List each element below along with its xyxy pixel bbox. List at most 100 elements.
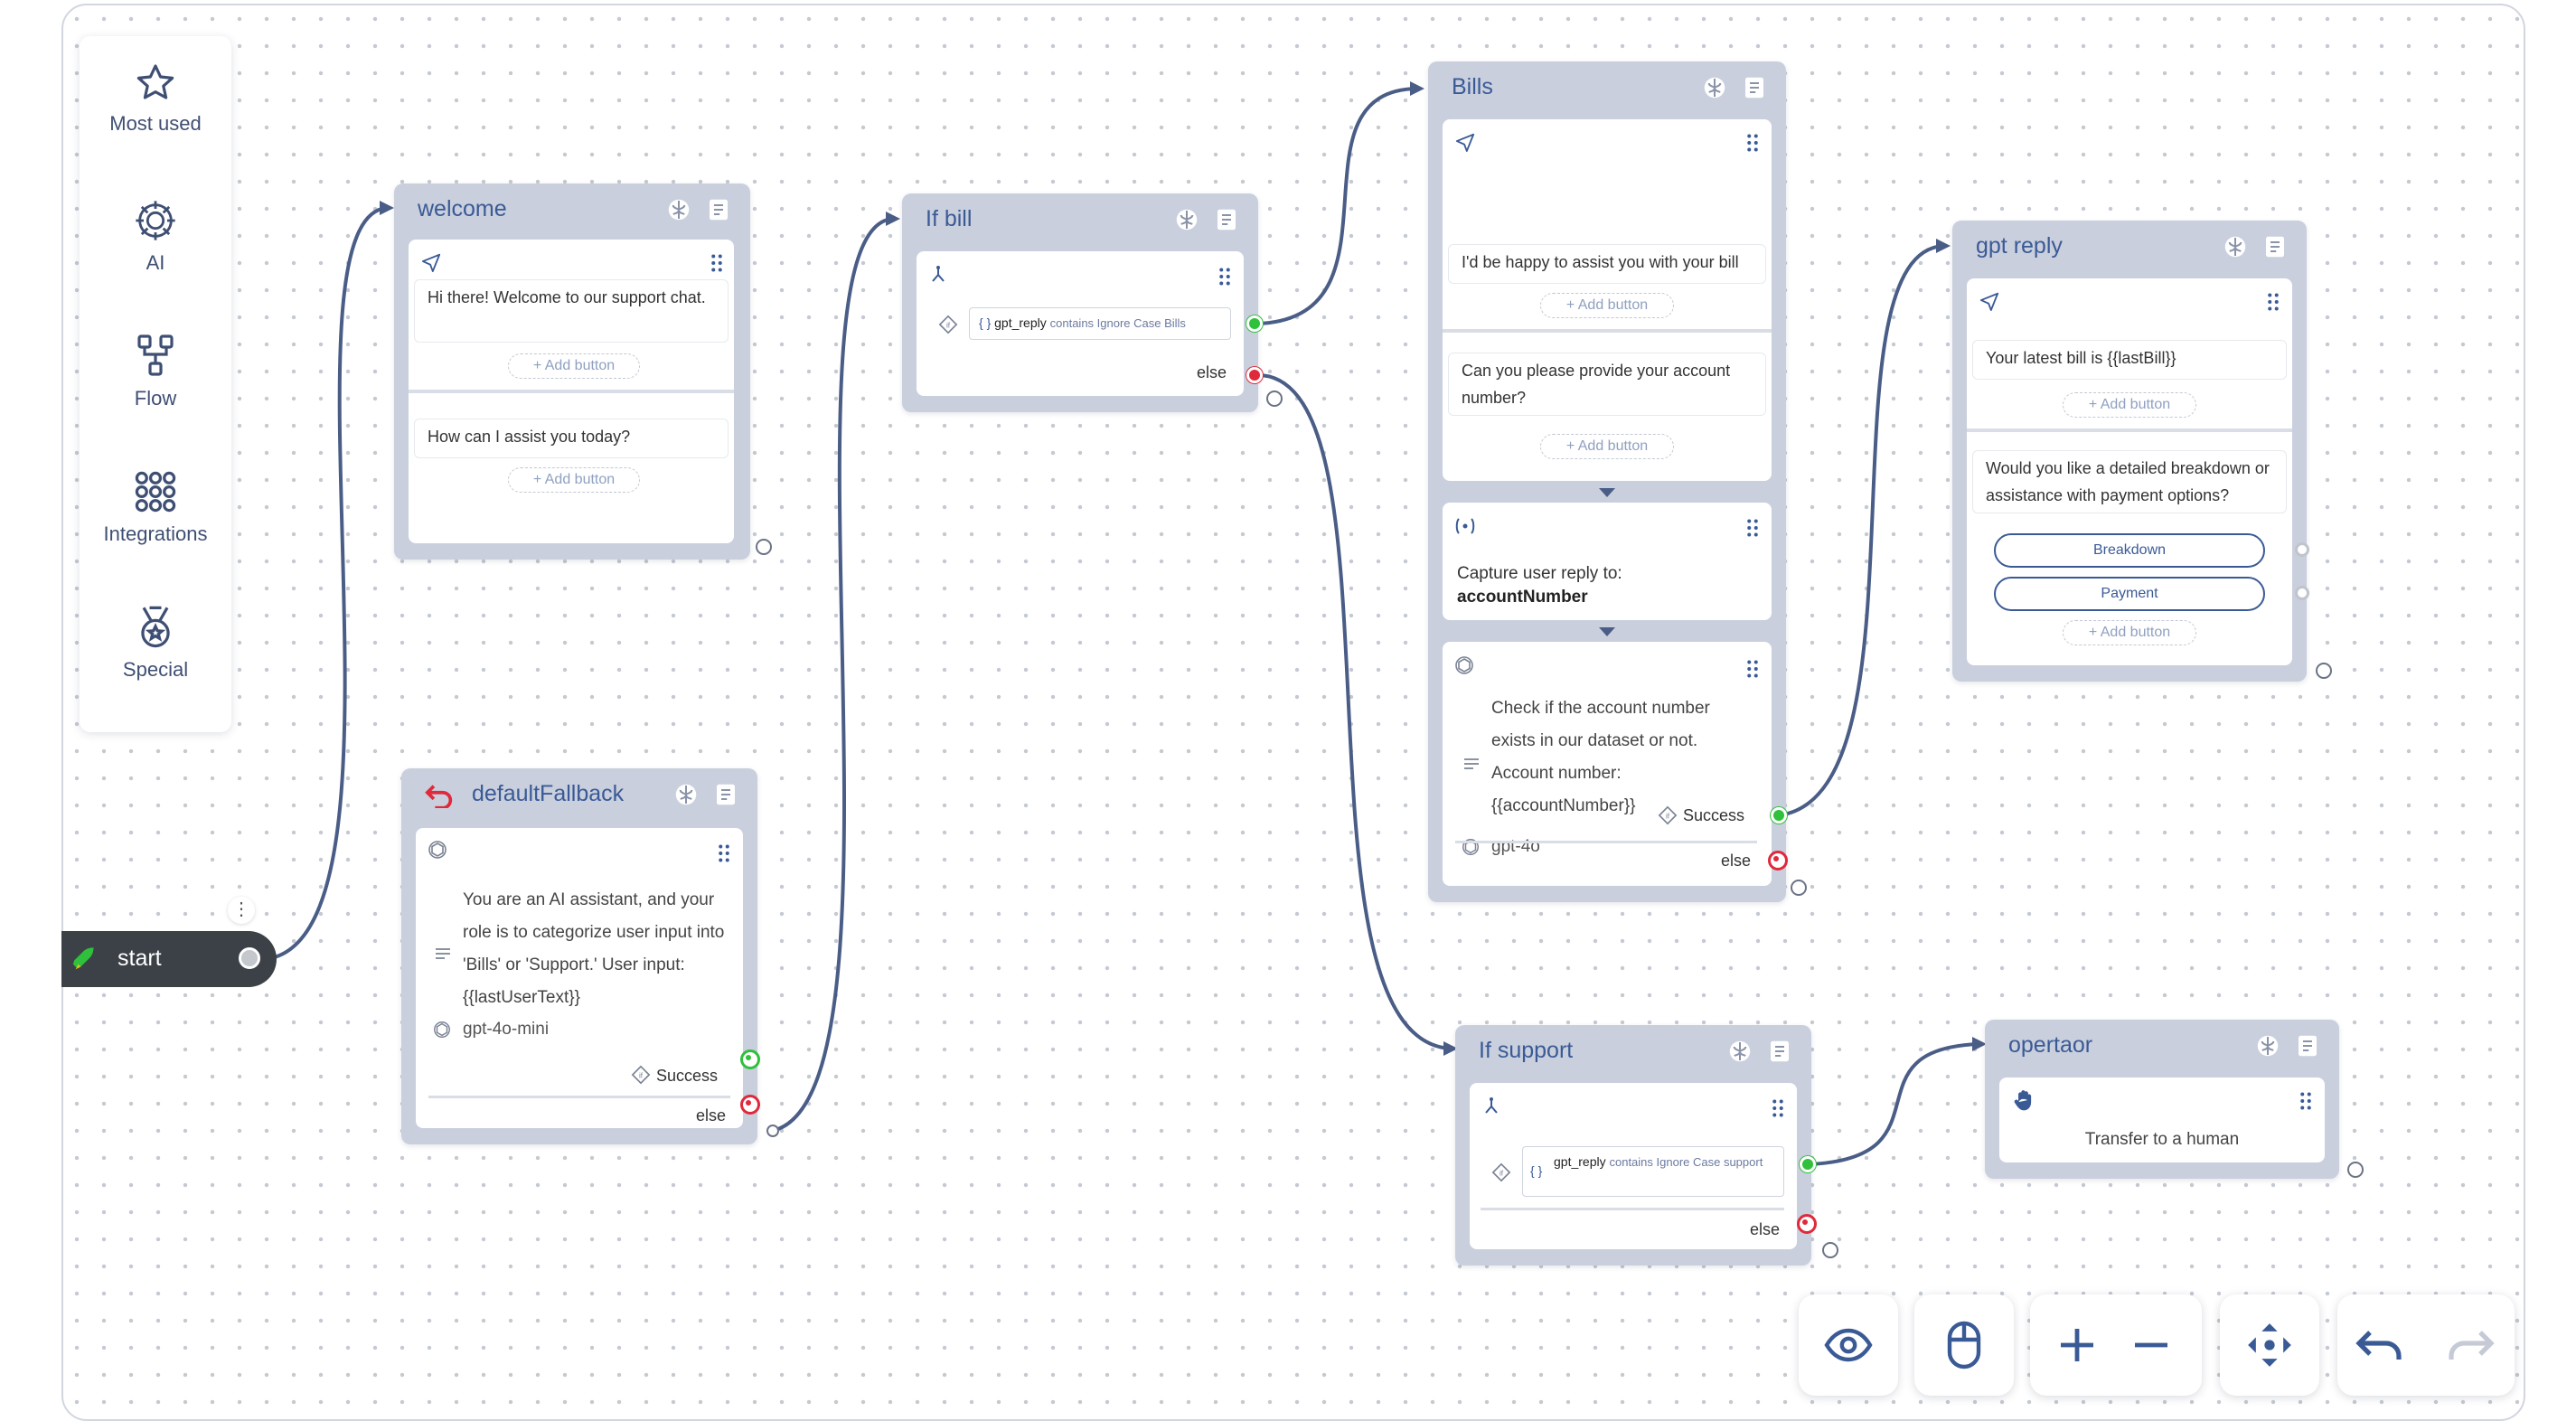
zoom-in-icon[interactable] [2059, 1327, 2095, 1363]
capture-card[interactable]: Capture user reply to: accountNumber [1443, 503, 1772, 620]
undo-icon[interactable] [2355, 1329, 2406, 1361]
message-text[interactable]: Hi there! Welcome to our support chat. [414, 279, 729, 343]
add-button[interactable]: + Add button [2063, 392, 2196, 418]
integrations-grid-icon [135, 471, 176, 513]
sidebar-item-flow[interactable]: Flow [80, 333, 231, 410]
sidebar-item-integrations[interactable]: Integrations [80, 468, 231, 546]
capture-icon [1455, 518, 1475, 534]
fit-view-button[interactable] [2220, 1294, 2319, 1396]
bills-else-port[interactable] [1768, 851, 1788, 870]
node-if-bill[interactable]: If bill if { } gpt_reply contains Ignore… [902, 193, 1258, 412]
condition-card[interactable]: if { } gpt_reply contains Ignore Case Bi… [917, 251, 1244, 396]
choice-button-breakdown[interactable]: Breakdown [1994, 533, 2265, 568]
redo-icon[interactable] [2444, 1329, 2495, 1361]
fallback-success-port[interactable] [740, 1049, 760, 1069]
node-if-support[interactable]: If support if { } gpt_reply contains Ign… [1455, 1025, 1811, 1266]
fallback-output-port[interactable] [766, 1125, 779, 1137]
ai-brain-icon[interactable] [1701, 74, 1728, 101]
drag-handle-icon[interactable] [1746, 660, 1759, 678]
drag-handle-icon[interactable] [2267, 293, 2280, 311]
add-button[interactable]: + Add button [1540, 434, 1674, 459]
zoom-out-icon[interactable] [2133, 1327, 2169, 1363]
start-output-port[interactable] [239, 947, 260, 969]
notes-icon[interactable] [712, 781, 739, 808]
message-text[interactable]: I'd be happy to assist you with your bil… [1448, 244, 1766, 284]
add-button[interactable]: + Add button [508, 467, 640, 493]
preview-button[interactable] [1799, 1294, 1898, 1396]
drag-handle-icon[interactable] [710, 254, 723, 272]
mouse-mode-button[interactable] [1914, 1294, 2014, 1396]
node-title: If support [1479, 1038, 1574, 1063]
notes-icon[interactable] [2294, 1032, 2321, 1059]
drag-handle-icon[interactable] [1772, 1099, 1784, 1117]
sidebar-item-ai[interactable]: AI [80, 197, 231, 275]
node-welcome[interactable]: welcome Hi there! Welcome to our support… [394, 184, 750, 560]
add-button[interactable]: + Add button [1540, 293, 1674, 318]
openai-icon [434, 1021, 450, 1038]
notes-icon[interactable] [2261, 233, 2289, 260]
choice-button-payment[interactable]: Payment [1994, 577, 2265, 611]
node-operator[interactable]: opertaor Transfer to a human [1985, 1020, 2339, 1179]
operator-output-port[interactable] [2347, 1162, 2364, 1178]
message-card[interactable]: Hi there! Welcome to our support chat. +… [409, 240, 734, 543]
drag-handle-icon[interactable] [1746, 134, 1759, 152]
start-node[interactable]: start [61, 931, 277, 987]
drag-handle-icon[interactable] [1746, 519, 1759, 537]
svg-text:if: if [1500, 1170, 1504, 1178]
welcome-output-port[interactable] [756, 539, 772, 555]
node-title: Bills [1452, 74, 1493, 99]
if-support-else-port[interactable] [1797, 1214, 1817, 1234]
if-bill-output-port[interactable] [1266, 391, 1283, 407]
sidebar-item-special[interactable]: Special [80, 604, 231, 682]
ai-brain-icon[interactable] [1173, 206, 1200, 233]
notes-icon[interactable] [1213, 206, 1240, 233]
if-support-true-port[interactable] [1800, 1156, 1816, 1172]
gpt-reply-output-port[interactable] [2316, 663, 2332, 679]
else-label: else [1197, 363, 1227, 381]
message-text[interactable]: Your latest bill is {{lastBill}} [1972, 340, 2287, 380]
bills-output-port[interactable] [1791, 880, 1807, 896]
ai-brain-icon[interactable] [2222, 233, 2249, 260]
drag-handle-icon[interactable] [2299, 1092, 2312, 1110]
fallback-else-port[interactable] [740, 1095, 760, 1115]
start-options-icon[interactable]: ⋮ [228, 897, 255, 924]
transfer-card[interactable]: Transfer to a human [1999, 1078, 2325, 1162]
ai-brain-icon[interactable] [665, 196, 692, 223]
bills-success-port[interactable] [1771, 807, 1787, 823]
notes-icon[interactable] [1741, 74, 1768, 101]
ai-brain-icon[interactable] [2254, 1032, 2281, 1059]
breakdown-output-port[interactable] [2295, 542, 2309, 557]
sidebar-item-label: Special [122, 658, 189, 681]
message-card[interactable]: I'd be happy to assist you with your bil… [1443, 119, 1772, 481]
condition-card[interactable]: if { } gpt_reply contains Ignore Case su… [1470, 1083, 1797, 1249]
add-button[interactable]: + Add button [2063, 620, 2196, 645]
condition-rule: contains Ignore Case support [1609, 1155, 1763, 1169]
drag-handle-icon[interactable] [1218, 268, 1231, 286]
notes-icon[interactable] [705, 196, 732, 223]
node-gpt-reply[interactable]: gpt reply Your latest bill is {{lastBill… [1952, 221, 2307, 682]
message-text[interactable]: How can I assist you today? [414, 419, 729, 458]
if-support-output-port[interactable] [1822, 1242, 1838, 1258]
ai-brain-icon[interactable] [672, 781, 700, 808]
ai-prompt-card[interactable]: Check if the account number exists in ou… [1443, 642, 1772, 886]
ai-brain-icon[interactable] [1726, 1038, 1753, 1065]
divider [1481, 1208, 1784, 1210]
sidebar-item-most-used[interactable]: Most used [80, 61, 231, 136]
openai-icon [428, 841, 447, 859]
node-bills[interactable]: Bills I'd be happy to assist you with yo… [1428, 61, 1786, 902]
node-default-fallback[interactable]: defaultFallback You are an AI assistant,… [401, 768, 757, 1144]
message-text[interactable]: Would you like a detailed breakdown or a… [1972, 450, 2287, 513]
if-bill-true-port[interactable] [1246, 315, 1263, 332]
payment-output-port[interactable] [2295, 586, 2309, 600]
condition-expression[interactable]: { } gpt_reply contains Ignore Case Bills [969, 307, 1231, 340]
condition-expression[interactable]: { } gpt_reply contains Ignore Case suppo… [1522, 1146, 1784, 1197]
ai-prompt-card[interactable]: You are an AI assistant, and your role i… [416, 828, 743, 1128]
message-card[interactable]: Your latest bill is {{lastBill}} + Add b… [1967, 278, 2292, 665]
message-text[interactable]: Can you please provide your account numb… [1448, 353, 1766, 416]
move-arrows-icon [2248, 1323, 2291, 1367]
drag-handle-icon[interactable] [718, 844, 730, 862]
notes-icon[interactable] [1766, 1038, 1793, 1065]
if-bill-else-port[interactable] [1246, 367, 1263, 383]
start-label: start [118, 946, 162, 971]
add-button[interactable]: + Add button [508, 353, 640, 379]
